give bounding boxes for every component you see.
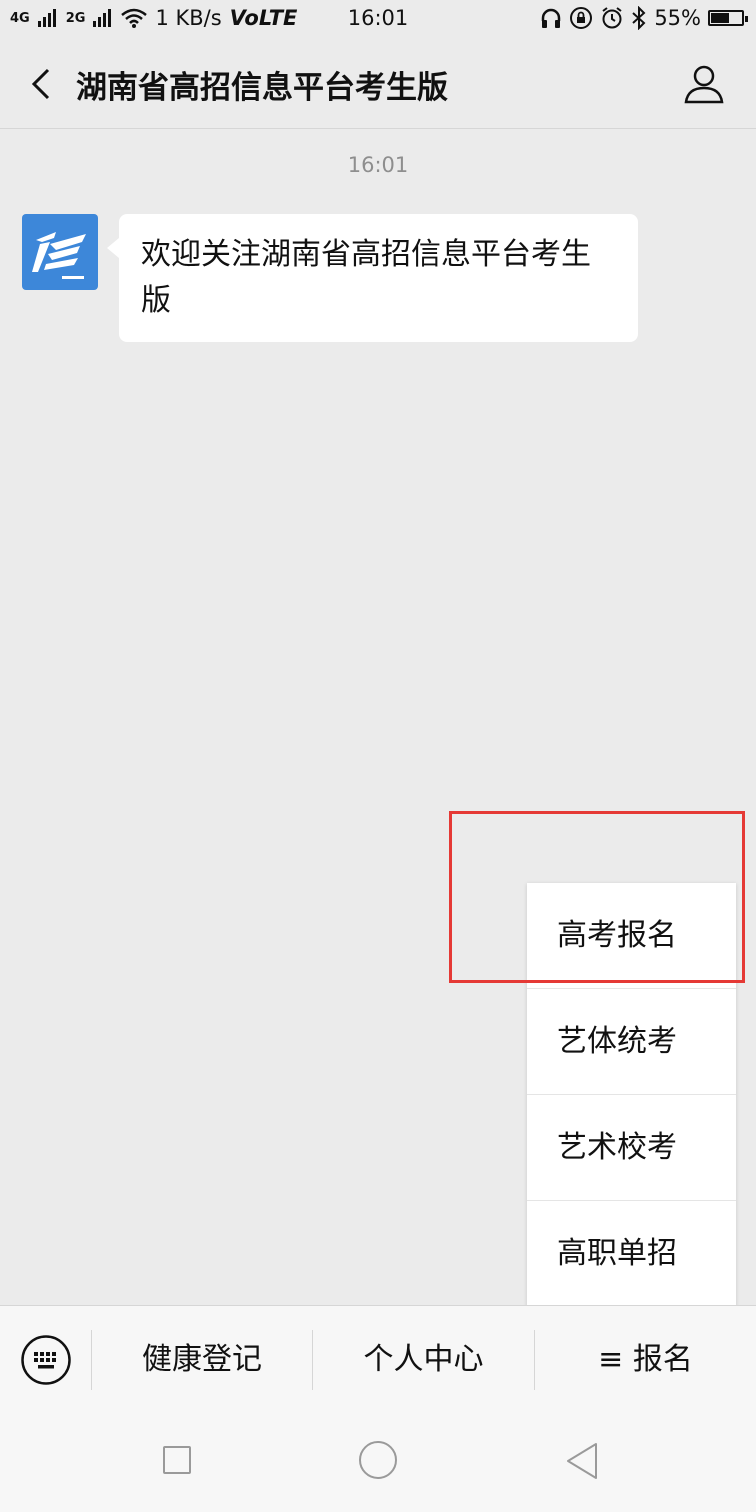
menu-personal-center[interactable]: 个人中心 [313,1306,534,1414]
keyboard-toggle-icon[interactable] [20,1334,72,1386]
headphones-icon [542,8,561,28]
submenu-item-vocational-admission[interactable]: 高职单招 [527,1201,736,1307]
nav-back-icon[interactable] [564,1442,600,1480]
profile-icon[interactable] [682,62,726,106]
message-bubble: 欢迎关注湖南省高招信息平台考生版 [107,214,638,342]
submenu-item-art-unified-exam[interactable]: 艺体统考 [527,989,736,1095]
logo-icon [32,232,86,279]
account-avatar[interactable] [22,214,98,290]
bottom-menu-bar: 健康登记 个人中心 ≡ 报名 [0,1305,756,1414]
rotation-lock-icon [570,7,593,29]
back-arrow-icon[interactable] [22,64,62,104]
battery-icon [708,10,748,26]
submenu-item-gaokao-registration[interactable]: 高考报名 [527,883,736,989]
title-bar: 湖南省高招信息平台考生版 [0,40,756,129]
status-bar: 4G 2G 1 KB/s VoLTE 16:01 55% [0,0,756,40]
alarm-icon [602,7,622,29]
home-icon[interactable] [359,1441,397,1479]
submenu-item-art-school-exam[interactable]: 艺术校考 [527,1095,736,1201]
system-navigation-bar [0,1413,756,1512]
menu-health-registration[interactable]: 健康登记 [92,1306,312,1414]
submenu-popup: 高考报名 艺体统考 艺术校考 高职单招 [527,883,736,1307]
recent-apps-icon[interactable] [163,1446,191,1474]
message-timestamp: 16:01 [347,153,409,177]
bluetooth-icon [632,6,646,30]
battery-percent: 55% [654,6,701,30]
menu-registration[interactable]: ≡ 报名 [535,1306,756,1414]
page-title: 湖南省高招信息平台考生版 [76,70,448,106]
